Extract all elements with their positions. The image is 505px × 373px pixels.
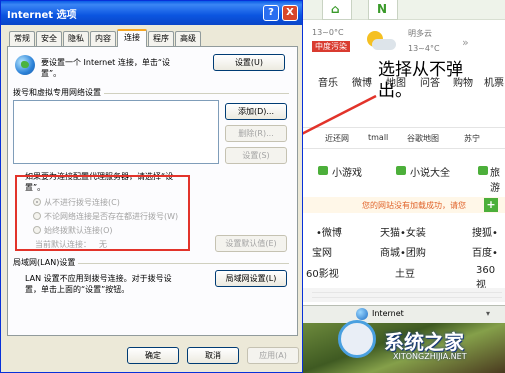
ok-button[interactable]: 确定: [127, 347, 179, 364]
tab-advanced[interactable]: 高级: [175, 31, 201, 46]
tab-connections[interactable]: 连接: [117, 29, 147, 47]
tab-security[interactable]: 安全: [36, 31, 62, 46]
connection-list[interactable]: [13, 100, 219, 164]
cancel-button[interactable]: 取消: [187, 347, 239, 364]
dialog-title: Internet 选项: [7, 10, 77, 21]
add-connection-button[interactable]: 添加(D)...: [225, 103, 287, 120]
apply-button[interactable]: 应用(A): [247, 347, 299, 364]
internet-options-dialog: Internet 选项 ? X 常规 安全 隐私 内容 连接 程序 高级 要设置…: [0, 0, 303, 373]
lan-group-label: 局域网(LAN)设置: [13, 257, 79, 268]
tab-privacy[interactable]: 隐私: [63, 31, 89, 46]
tab-programs[interactable]: 程序: [148, 31, 174, 46]
globe-land: [21, 61, 29, 68]
tab-content[interactable]: 内容: [90, 31, 116, 46]
lan-settings-button[interactable]: 局域网设置(L): [215, 270, 287, 287]
setup-text: 置”。: [41, 69, 62, 78]
title-bar[interactable]: Internet 选项 ? X: [1, 1, 302, 25]
lan-text: LAN 设置不应用到拨号连接。对于拨号设: [25, 274, 172, 283]
setup-button[interactable]: 设置(U): [213, 54, 285, 71]
setup-text: 要设置一个 Internet 连接，单击“设: [41, 58, 170, 67]
lan-text: 置，单击上面的“设置”按钮。: [25, 285, 130, 294]
tab-general[interactable]: 常规: [9, 31, 35, 46]
close-button[interactable]: X: [282, 5, 298, 21]
set-default-button[interactable]: 设置默认值(E): [215, 235, 287, 252]
red-highlight-box: [15, 175, 190, 251]
dialup-group-label: 拨号和虚拟专用网络设置: [13, 87, 104, 98]
connection-settings-button[interactable]: 设置(S): [225, 147, 287, 164]
delete-connection-button[interactable]: 删除(R)...: [225, 125, 287, 142]
help-button[interactable]: ?: [263, 5, 279, 21]
tab-strip: 常规 安全 隐私 内容 连接 程序 高级: [9, 29, 299, 47]
